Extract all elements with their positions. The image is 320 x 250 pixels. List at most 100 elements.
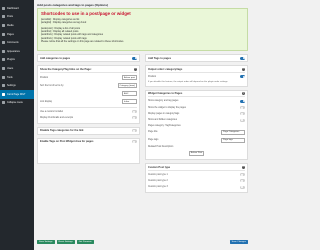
link-display-select[interactable]: Inline (122, 99, 137, 105)
thumbnails-toggle[interactable] (132, 116, 137, 120)
sidebar-menu: Dashboard Posts Media Pages Comments Appearan… (0, 4, 34, 107)
sidebar-item[interactable]: Comments (0, 38, 34, 47)
sidebar-item-label: Plugins (7, 58, 15, 62)
panel-widget-categories: Widget Categories to Pages ? Show catego… (145, 89, 248, 160)
cpt-label: Custom post type 2 (148, 179, 168, 182)
get-premium-button[interactable]: Get Premium (76, 240, 94, 244)
main-content: Add posts categories and tags to pages (… (37, 0, 248, 250)
panel-title: Add Tags to pages (148, 56, 172, 60)
page-tags-input[interactable]: Page tags (221, 137, 245, 143)
widget-option-label: Display pages in category/tags (148, 112, 180, 115)
panel-title: Add categories to pages (40, 56, 71, 60)
menu-icon (2, 66, 5, 70)
cpt-toggle[interactable] (240, 185, 245, 189)
menu-icon (2, 41, 5, 45)
sidebar-item[interactable]: Dashboard (0, 4, 34, 13)
panel-category-links: Show the Category/Tag links on the Page:… (37, 65, 140, 124)
sidebar-item-label: Pages (7, 32, 14, 36)
panel-title: Show the Category/Tag links on the Page: (40, 67, 92, 71)
sidebar-item-label: Users (7, 66, 14, 70)
bottom-toolbar: Save Settings Reset Settings Get Premium… (37, 238, 248, 246)
panel-title: Widget Categories to Pages (148, 92, 183, 96)
left-column: Add categories to pages Show the Categor… (37, 54, 140, 167)
widget-option-label: Show category and tag pages (148, 100, 179, 103)
help-icon[interactable]: ? (242, 165, 245, 169)
widget-option-toggle[interactable] (240, 99, 245, 103)
widget-option-label: Show the widget to display the pages (148, 106, 186, 109)
panel-disable-tags: Disable Tags categories for the link (37, 126, 140, 135)
custom-label-toggle[interactable] (132, 110, 137, 114)
sidebar-item[interactable]: Plugins (0, 56, 34, 65)
widget-option-toggle[interactable] (240, 106, 245, 110)
position-label: Position (40, 76, 49, 79)
panel-enable-tags-widget: Enable Tags on Post Widget Area for page… (37, 137, 140, 164)
sidebar-item-label: Comments (7, 41, 19, 45)
promo-line: Please notice that all the settings on t… (41, 40, 124, 44)
panel-output-order: Output order: category/tags ? Position I… (145, 65, 248, 87)
sidebar-item-label: Collapse menu (7, 101, 23, 105)
widget-option-toggle[interactable] (240, 112, 245, 116)
cpt-label: Custom post type 1 (148, 173, 168, 176)
panel-custom-post-type: Custom Post type ? Custom post type 1 Cu… (145, 162, 248, 193)
sidebar-item[interactable]: Settings (0, 81, 34, 90)
categories-toggle[interactable] (132, 56, 137, 60)
panel-title: Enable Tags on Post Widget Area for page… (40, 140, 94, 144)
sidebar-item[interactable]: Cat & Page WGT (0, 89, 34, 99)
page-tags-label: Page tags (148, 139, 159, 142)
help-icon[interactable]: ? (134, 67, 137, 71)
panel-add-tags: Add Tags to pages (145, 54, 248, 63)
sort-label: Sort the list of terms by (40, 84, 64, 87)
link-display-label: Link display (40, 100, 53, 103)
menu-icon (2, 49, 5, 53)
sidebar-item-label: Posts (7, 15, 13, 19)
position-select[interactable]: Before post (121, 75, 137, 81)
promo-title: Shortcodes to use in a post/page or widg… (41, 11, 131, 16)
sidebar-item[interactable]: Collapse menu (0, 99, 34, 108)
panel-title: Output order: category/tags (148, 67, 183, 71)
related-desc-select[interactable]: Before Post (188, 151, 205, 156)
widget-option-toggle[interactable] (240, 118, 245, 122)
sidebar-item[interactable]: Appearance (0, 47, 34, 56)
menu-icon (2, 23, 5, 27)
sidebar-item[interactable]: Users (0, 64, 34, 73)
sidebar-item-label: Dashboard (7, 6, 19, 10)
cpt-toggle[interactable] (240, 179, 245, 183)
sort-select[interactable]: Category (term) (117, 83, 137, 89)
sidebar-item[interactable]: Tools (0, 73, 34, 82)
cpt-toggle[interactable] (240, 173, 245, 177)
reset-settings-button[interactable]: Reset Settings (56, 240, 75, 244)
panel-add-categories: Add categories to pages (37, 54, 140, 63)
help-icon[interactable]: ? (242, 92, 245, 96)
widget-option-label: Pages category: Tag/Categories (148, 124, 181, 127)
menu-icon (2, 101, 5, 105)
menu-icon (2, 6, 5, 10)
sidebar-item[interactable]: Posts (0, 13, 34, 22)
related-desc-label: Related Post Description (148, 145, 174, 148)
right-column: Add Tags to pages Output order: category… (145, 54, 248, 196)
tags-toggle[interactable] (240, 56, 245, 60)
sidebar-item[interactable]: Pages (0, 30, 34, 39)
sidebar-item-label: Tools (7, 75, 13, 79)
menu-icon (2, 75, 5, 79)
order-select[interactable]: ASC (122, 91, 137, 97)
output-position-label: Position (148, 75, 157, 78)
sidebar-item-label: Settings (7, 84, 16, 88)
page-title-input[interactable]: Page Categories (221, 129, 245, 135)
widget-option-label: Show and hidden categories (148, 119, 177, 121)
help-icon[interactable]: ? (242, 67, 245, 71)
cpt-label: Custom post type 3 (148, 186, 168, 189)
panel-title: Custom Post type (148, 165, 171, 169)
menu-icon (2, 84, 5, 88)
menu-icon (2, 15, 5, 19)
output-order-desc: If you disable this feature, the output … (148, 80, 229, 83)
output-order-toggle[interactable] (240, 75, 245, 79)
sidebar-item-label: Appearance (7, 49, 20, 53)
save-settings-button[interactable]: Save Settings (37, 240, 55, 244)
enable-tags-toggle[interactable] (132, 140, 137, 144)
page-title: Add posts categories and tags to pages (… (37, 3, 109, 7)
save-changes-button[interactable]: Save Changes (229, 240, 248, 244)
disable-tags-toggle[interactable] (132, 129, 137, 133)
sidebar-item-label: Cat & Page WGT (7, 92, 26, 96)
admin-sidebar: Dashboard Posts Media Pages Comments Appearan… (0, 0, 34, 250)
sidebar-item[interactable]: Media (0, 21, 34, 30)
